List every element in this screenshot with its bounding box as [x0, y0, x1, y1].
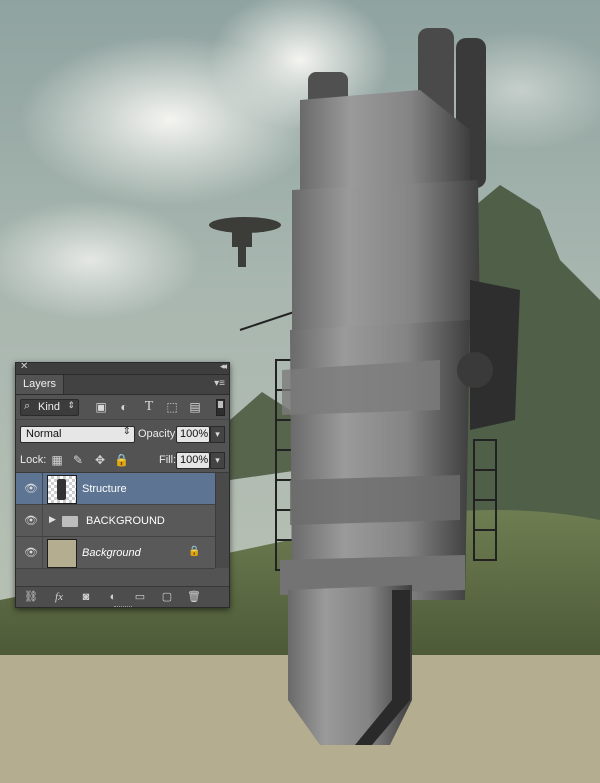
layers-panel: ✕ ◂◂ Layers ▾≡ ⌕ Kind ⇕ ▣ ◐ T ⬚ ▤ Normal… [15, 361, 230, 608]
resize-grip[interactable] [114, 606, 132, 610]
blend-row: Normal ⇕ Opacity: 100% ▾ [16, 420, 229, 448]
expand-triangle-icon[interactable]: ▶ [49, 514, 56, 525]
opacity-value: 100% [180, 428, 209, 440]
new-layer-icon[interactable]: ▢ [160, 590, 174, 604]
visibility-toggle[interactable]: 👁 [16, 473, 43, 504]
layer-row-structure[interactable]: 👁 Structure [16, 473, 215, 505]
layers-scrollbar[interactable] [215, 473, 229, 568]
blend-mode-value: Normal [26, 428, 62, 440]
layer-row-background[interactable]: 👁 Background 🔒 [16, 537, 215, 569]
fill-dropdown-icon[interactable]: ▾ [210, 452, 225, 469]
panel-menu-icon[interactable]: ▾≡ [214, 378, 225, 389]
smart-object-filter-icon[interactable]: ▤ [188, 400, 202, 414]
filter-toggle-switch[interactable] [216, 399, 225, 416]
panel-tab-row: Layers ▾≡ [16, 375, 229, 395]
blend-mode-select[interactable]: Normal ⇕ [20, 426, 135, 443]
layer-filter-row: ⌕ Kind ⇕ ▣ ◐ T ⬚ ▤ [16, 395, 229, 420]
pixel-filter-icon[interactable]: ▣ [94, 400, 108, 414]
fill-field[interactable]: 100% [176, 452, 210, 469]
lock-transparent-icon[interactable]: ▦ [50, 453, 64, 467]
shape-filter-icon[interactable]: ⬚ [165, 400, 179, 414]
opacity-field[interactable]: 100% [176, 426, 210, 443]
lock-all-icon[interactable]: 🔒 [114, 453, 129, 467]
layer-thumbnail [47, 539, 77, 568]
layer-mask-icon[interactable]: ◙ [79, 590, 93, 604]
chevron-updown-icon: ⇕ [122, 426, 131, 437]
layer-thumbnail [47, 475, 77, 504]
filter-kind-select[interactable]: ⌕ Kind ⇕ [20, 399, 79, 416]
collapse-icon[interactable]: ◂◂ [220, 361, 227, 372]
eye-icon: 👁 [24, 483, 38, 495]
folder-icon [62, 516, 78, 527]
link-layers-icon[interactable]: ⛓ [24, 590, 38, 604]
lock-label: Lock: [20, 454, 47, 466]
layer-name: Background [82, 547, 141, 559]
layer-name: BACKGROUND [86, 515, 165, 527]
opacity-label: Opacity: [138, 428, 179, 440]
type-filter-icon[interactable]: T [142, 400, 156, 414]
fx-icon[interactable]: fx [52, 590, 66, 604]
fill-value: 100% [180, 454, 209, 466]
eye-icon: 👁 [24, 515, 38, 527]
search-icon: ⌕ [24, 400, 31, 412]
chevron-down-icon: ⇕ [67, 400, 75, 410]
fill-label: Fill: [159, 454, 177, 466]
lock-image-brush-icon[interactable]: ✎ [71, 453, 85, 467]
lock-row: Lock: ▦ ✎ ✥ 🔒 Fill: 100% ▾ [16, 448, 229, 473]
new-group-folder-icon[interactable]: ▭ [133, 590, 147, 604]
opacity-dropdown-icon[interactable]: ▾ [210, 426, 225, 443]
layers-list: 👁 Structure 👁 ▶ BACKGROUND 👁 Background … [16, 473, 229, 569]
visibility-toggle[interactable]: 👁 [16, 505, 43, 536]
lock-position-move-icon[interactable]: ✥ [93, 453, 107, 467]
lock-icon: 🔒 [188, 546, 201, 557]
visibility-toggle[interactable]: 👁 [16, 537, 43, 568]
panel-titlebar: ✕ ◂◂ [16, 361, 229, 375]
layer-row-background-group[interactable]: 👁 ▶ BACKGROUND [16, 505, 215, 537]
adjustment-filter-icon[interactable]: ◐ [117, 400, 131, 414]
eye-icon: 👁 [24, 547, 38, 559]
panel-footer: ⛓ fx ◙ ◐ ▭ ▢ 🗑 [16, 586, 229, 607]
adjustment-layer-icon[interactable]: ◐ [106, 590, 120, 604]
close-icon[interactable]: ✕ [20, 361, 28, 372]
tab-layers[interactable]: Layers [16, 375, 65, 394]
trash-icon[interactable]: 🗑 [187, 590, 201, 604]
filter-kind-label: Kind [38, 401, 61, 413]
layer-name: Structure [82, 483, 127, 495]
